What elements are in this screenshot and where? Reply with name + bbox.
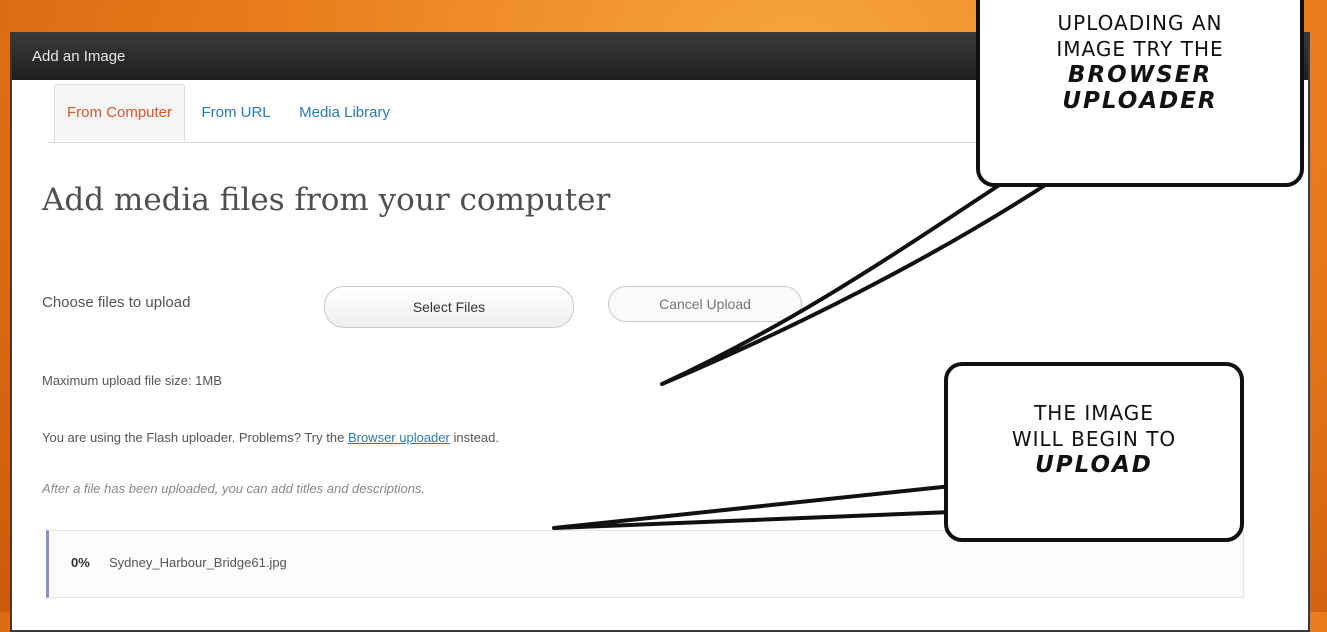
callout-bottom-emphasis: upload: [1035, 452, 1153, 478]
callout-top-emphasis-1: Browser: [1067, 62, 1213, 88]
tab-from-computer[interactable]: From Computer: [54, 84, 186, 142]
browser-uploader-link[interactable]: Browser uploader: [348, 430, 450, 445]
callout-top-emphasis-2: uploader: [1062, 88, 1218, 114]
tab-media-library[interactable]: Media Library: [287, 84, 402, 142]
choose-files-row: Choose files to upload Select Files Canc…: [42, 286, 942, 332]
upload-filename: Sydney_Harbour_Bridge61.jpg: [109, 555, 287, 570]
select-files-button[interactable]: Select Files: [324, 286, 574, 328]
upload-percent: 0%: [71, 555, 90, 570]
callout-top-line-1: uploading an: [1057, 11, 1223, 35]
flash-uploader-notice: You are using the Flash uploader. Proble…: [42, 430, 499, 445]
tab-from-url[interactable]: From URL: [189, 84, 282, 142]
max-upload-size: Maximum upload file size: 1MB: [42, 373, 222, 388]
cancel-upload-button[interactable]: Cancel Upload: [608, 286, 802, 322]
page-title: Add media files from your computer: [42, 182, 611, 218]
callout-browser-uploader: uploading an image try the Browser uploa…: [976, 0, 1304, 187]
flash-notice-suffix: instead.: [453, 430, 500, 445]
callout-bottom-line-1: The image: [1034, 401, 1154, 425]
choose-files-label: Choose files to upload: [42, 294, 191, 311]
callout-top-line-2: image try the: [1056, 37, 1224, 61]
flash-notice-text: You are using the Flash uploader. Proble…: [42, 430, 345, 445]
after-upload-hint: After a file has been uploaded, you can …: [42, 481, 426, 496]
callout-image-upload: The image will begin to upload: [944, 362, 1244, 542]
callout-bottom-line-2: will begin to: [1011, 427, 1177, 451]
